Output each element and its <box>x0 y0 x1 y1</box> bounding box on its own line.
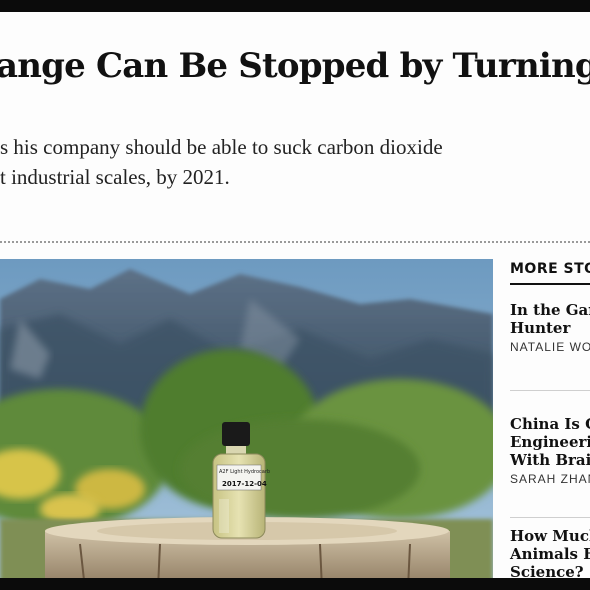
more-stories-heading: MORE STO <box>510 261 590 277</box>
story-title-line[interactable]: Animals E <box>510 545 590 563</box>
story-author[interactable]: SARAH ZHAN <box>510 472 590 486</box>
more-stories-sidebar: MORE STO In the Gar Hunter NATALIE WO Ch… <box>510 259 590 578</box>
dek-line-1: s his company should be able to suck car… <box>0 135 443 159</box>
story-separator <box>510 390 590 391</box>
dek-line-2: t industrial scales, by 2021. <box>0 165 230 189</box>
story-title-line[interactable]: How Much <box>510 527 590 545</box>
article-headline: ange Can Be Stopped by Turning <box>0 46 590 86</box>
story-separator <box>510 517 590 518</box>
story-title-line[interactable]: With Brain <box>510 451 590 469</box>
story-title-line[interactable]: In the Gar <box>510 301 590 319</box>
page-frame: ange Can Be Stopped by Turning s his com… <box>0 12 590 578</box>
bottle-label-line-1: A2F Light Hydrocarb <box>219 469 270 475</box>
photo-illustration: A2F Light Hydrocarb 2017-12-04 <box>0 259 493 578</box>
story-item-3[interactable]: How Much Animals E Science? <box>510 527 590 578</box>
article-dek: s his company should be able to suck car… <box>0 132 590 192</box>
story-author[interactable]: NATALIE WO <box>510 340 590 354</box>
heading-rule <box>510 283 590 285</box>
story-title-line[interactable]: Engineerin <box>510 433 590 451</box>
story-item-2[interactable]: China Is G Engineerin With Brain SARAH Z… <box>510 415 590 486</box>
article-photo[interactable]: A2F Light Hydrocarb 2017-12-04 <box>0 259 493 578</box>
story-title-line[interactable]: Science? <box>510 563 590 578</box>
story-title-line[interactable]: China Is G <box>510 415 590 433</box>
bottle-label-line-2: 2017-12-04 <box>222 480 267 488</box>
story-title-line[interactable]: Hunter <box>510 319 590 337</box>
story-item-1[interactable]: In the Gar Hunter NATALIE WO <box>510 301 590 354</box>
dotted-divider <box>0 241 590 243</box>
